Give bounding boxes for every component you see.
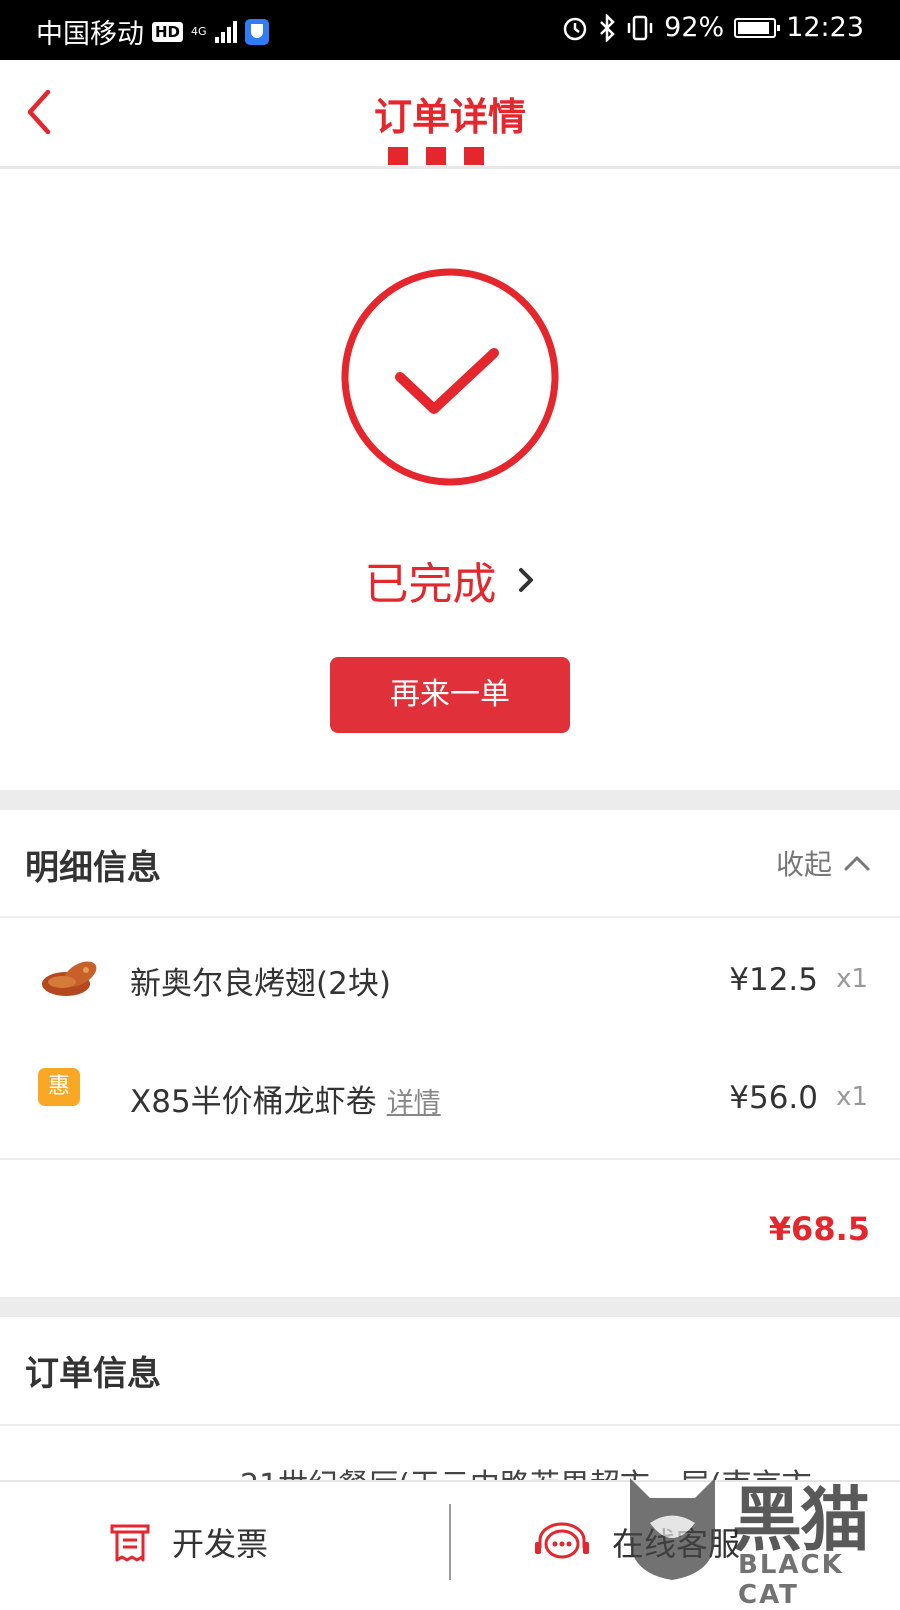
chicken-wings-image (42, 961, 97, 996)
order-status: 已完成 (364, 559, 497, 610)
list-item: 新奥尔良烤翅(2块) ¥12.5 x1 (0, 936, 900, 1016)
reorder-button[interactable]: 再来一单 (330, 657, 570, 733)
chat-bubble-icon (535, 1522, 589, 1559)
vibrate-icon (627, 15, 653, 40)
section-divider (0, 1297, 900, 1317)
brand-stripes-icon (388, 147, 484, 165)
item-price: ¥12.5 (729, 962, 818, 998)
chevron-up-icon (844, 856, 870, 871)
order-info-title: 订单信息 (25, 1354, 161, 1394)
receipt-icon (110, 1524, 150, 1562)
collapse-button[interactable]: 收起 (776, 843, 870, 883)
divider-line (0, 916, 900, 918)
bottom-separator (449, 1504, 451, 1580)
battery-icon (734, 17, 781, 38)
check-circle-icon (341, 268, 559, 486)
black-cat-watermark: 黑猫 BLACK CAT (620, 1462, 890, 1610)
item-name: 新奥尔良烤翅(2块) (130, 966, 391, 1002)
security-shield-icon (244, 18, 269, 45)
status-bar: 中国移动 HD 4G 92% 12:23 (0, 0, 900, 60)
item-quantity: x1 (836, 1082, 868, 1112)
network-label: 4G (191, 25, 207, 38)
item-name-wrap: X85半价桶龙虾卷 详情 (130, 1076, 441, 1121)
carrier-label: 中国移动 (36, 19, 144, 50)
discount-badge: 惠 (38, 1068, 80, 1106)
status-right: 92% 12:23 (562, 12, 864, 43)
watermark-en: BLACK CAT (738, 1550, 844, 1610)
list-item: 惠 X85半价桶龙虾卷 详情 ¥56.0 x1 (0, 1054, 900, 1134)
bluetooth-icon (600, 13, 615, 42)
nav-bar: 订单详情 (0, 60, 900, 169)
chevron-right-icon (518, 568, 533, 592)
divider-line (0, 1158, 900, 1160)
battery-fill (738, 21, 770, 34)
clock: 12:23 (786, 12, 864, 43)
invoice-label: 开发票 (172, 1525, 269, 1563)
status-left: 中国移动 HD 4G (36, 12, 269, 51)
item-name: X85半价桶龙虾卷 (130, 1084, 377, 1120)
hd-badge: HD (152, 21, 184, 42)
black-cat-logo-icon (630, 1478, 715, 1580)
order-status-link[interactable]: 已完成 (0, 548, 900, 612)
signal-icon (214, 20, 237, 43)
section-divider (0, 790, 900, 810)
alarm-icon (563, 17, 587, 40)
invoice-button[interactable]: 开发票 (108, 1482, 268, 1602)
detail-link[interactable]: 详情 (387, 1088, 441, 1119)
order-total: ¥68.5 (768, 1210, 870, 1248)
collapse-label: 收起 (775, 848, 832, 881)
item-price: ¥56.0 (729, 1080, 818, 1116)
page-title: 订单详情 (373, 95, 526, 139)
battery-percent: 92% (664, 12, 725, 43)
item-quantity: x1 (836, 964, 868, 994)
details-title: 明细信息 (25, 848, 161, 888)
divider-line (0, 1424, 900, 1426)
